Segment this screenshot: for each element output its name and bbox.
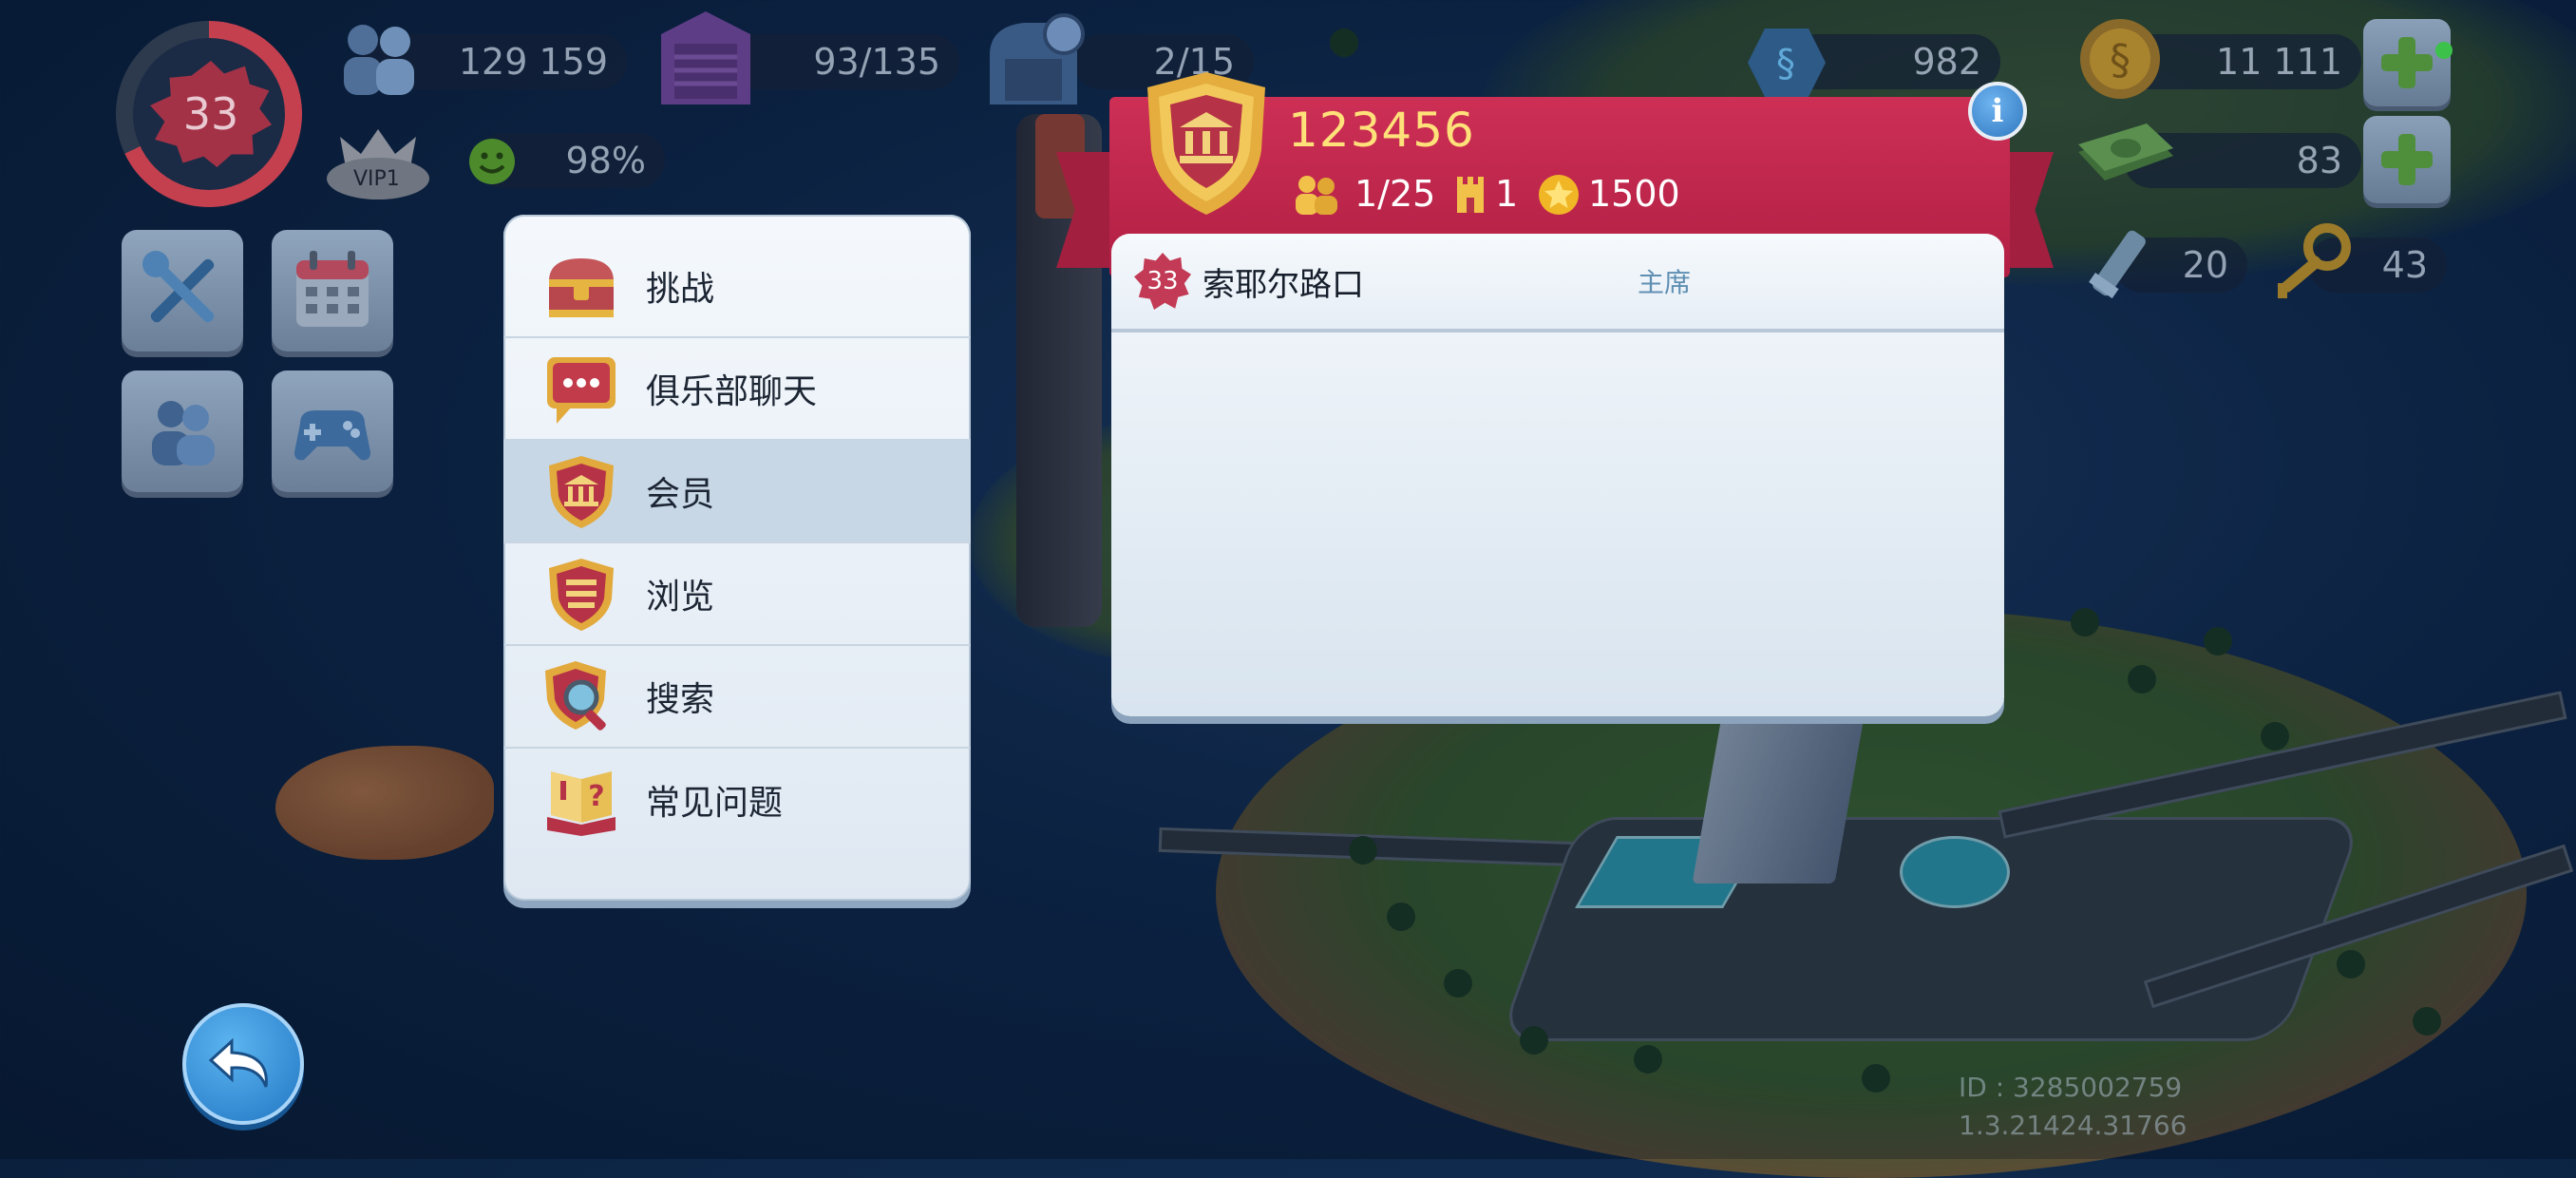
club-towers-count: 1: [1495, 173, 1519, 215]
svg-text:§: §: [1776, 42, 1795, 86]
menu-item-label: 挑战: [646, 270, 715, 309]
simcash-bills-icon: [2078, 124, 2173, 180]
happiness-smiley-icon: [469, 139, 515, 184]
treasure-chest-icon: [549, 258, 614, 317]
browse-shield-icon: [549, 559, 614, 631]
add-simoleons-button[interactable]: [2363, 19, 2451, 106]
vehicle-garage-icon: [990, 13, 1085, 104]
svg-text:?: ?: [588, 780, 604, 813]
members-icon: [1296, 176, 1337, 215]
member-level-badge: 33: [1134, 253, 1191, 310]
menu-item-label: 俱乐部聊天: [646, 372, 818, 411]
add-simcash-button[interactable]: [2363, 116, 2451, 203]
simcash-value: 83: [2296, 140, 2342, 181]
plus-icon: [2381, 134, 2433, 185]
chat-bubble-icon: [547, 357, 616, 424]
menu-item-label: 搜索: [646, 680, 715, 719]
menu-item-label: 浏览: [646, 578, 715, 617]
simoleon-coin-icon: §: [2080, 19, 2160, 99]
gamepad-icon: [294, 410, 370, 461]
wrench-screwdriver-icon: [142, 251, 215, 323]
menu-item-label: 会员: [646, 475, 715, 514]
menu-item-club-chat[interactable]: 俱乐部聊天: [503, 338, 971, 441]
club-shield-icon: [549, 456, 614, 528]
club-points: 1500: [1588, 173, 1680, 215]
storage-value: 93/135: [813, 41, 940, 83]
simoleons-value: 11 111: [2216, 41, 2342, 83]
svg-text:§: §: [2110, 36, 2131, 85]
population-value: 129 159: [458, 41, 608, 83]
friends-icon: [152, 401, 215, 466]
menu-item-faq[interactable]: ? 常见问题: [503, 749, 971, 851]
member-role: 主席: [1638, 267, 1692, 298]
vip-label: VIP1: [353, 167, 400, 191]
build-tools-button[interactable]: [122, 230, 243, 352]
player-id: ID : 3285002759: [1959, 1072, 2183, 1103]
calendar-icon: [296, 251, 369, 327]
calendar-button[interactable]: [272, 230, 393, 352]
crown-icon: [327, 129, 429, 200]
club-emblem-icon: [1147, 72, 1265, 215]
info-icon: i: [1991, 92, 2004, 130]
member-row[interactable]: 33 索耶尔路口 主席: [1111, 234, 2004, 332]
back-arrow-icon: [208, 1037, 268, 1088]
member-level: 33: [1146, 267, 1179, 295]
club-members-count: 1/25: [1354, 173, 1436, 215]
vip-crown-badge[interactable]: VIP1: [321, 114, 435, 209]
happiness-value: 98%: [565, 140, 646, 181]
club-menu-panel: 挑战 俱乐部聊天 会员 浏览 搜索 ? 常见问题: [503, 215, 971, 901]
platinum-key-icon: [2089, 230, 2146, 299]
plus-icon: [2381, 37, 2433, 88]
golden-keys-value: 43: [2381, 244, 2428, 286]
menu-item-label: 常见问题: [646, 784, 784, 823]
club-info-button[interactable]: i: [1968, 82, 2027, 141]
game-version: 1.3.21424.31766: [1959, 1110, 2188, 1141]
notification-dot: [2435, 42, 2453, 59]
neo-simoleon-icon: §: [1748, 28, 1826, 97]
friends-button[interactable]: [122, 370, 243, 492]
club-name: 123456: [1288, 103, 1475, 158]
level-number: 33: [182, 88, 239, 140]
back-button[interactable]: [182, 1003, 304, 1125]
golden-key-icon: [2278, 223, 2351, 298]
menu-item-search[interactable]: 搜索: [503, 646, 971, 749]
club-members-panel: 33 索耶尔路口 主席: [1111, 234, 2004, 716]
neo-simoleons-value: 982: [1912, 41, 1981, 83]
population-icon: [344, 25, 414, 95]
menu-item-members[interactable]: 会员: [503, 441, 971, 543]
tower-icon: [1457, 177, 1484, 213]
member-name: 索耶尔路口: [1203, 266, 1364, 304]
storage-icon: [661, 11, 750, 104]
menu-item-challenges[interactable]: 挑战: [503, 236, 971, 338]
faq-book-icon: ?: [547, 771, 616, 836]
platinum-keys-value: 20: [2182, 244, 2228, 286]
menu-item-browse[interactable]: 浏览: [503, 543, 971, 646]
games-button[interactable]: [272, 370, 393, 492]
club-points-star-icon: [1539, 175, 1579, 215]
search-shield-icon: [545, 661, 606, 731]
